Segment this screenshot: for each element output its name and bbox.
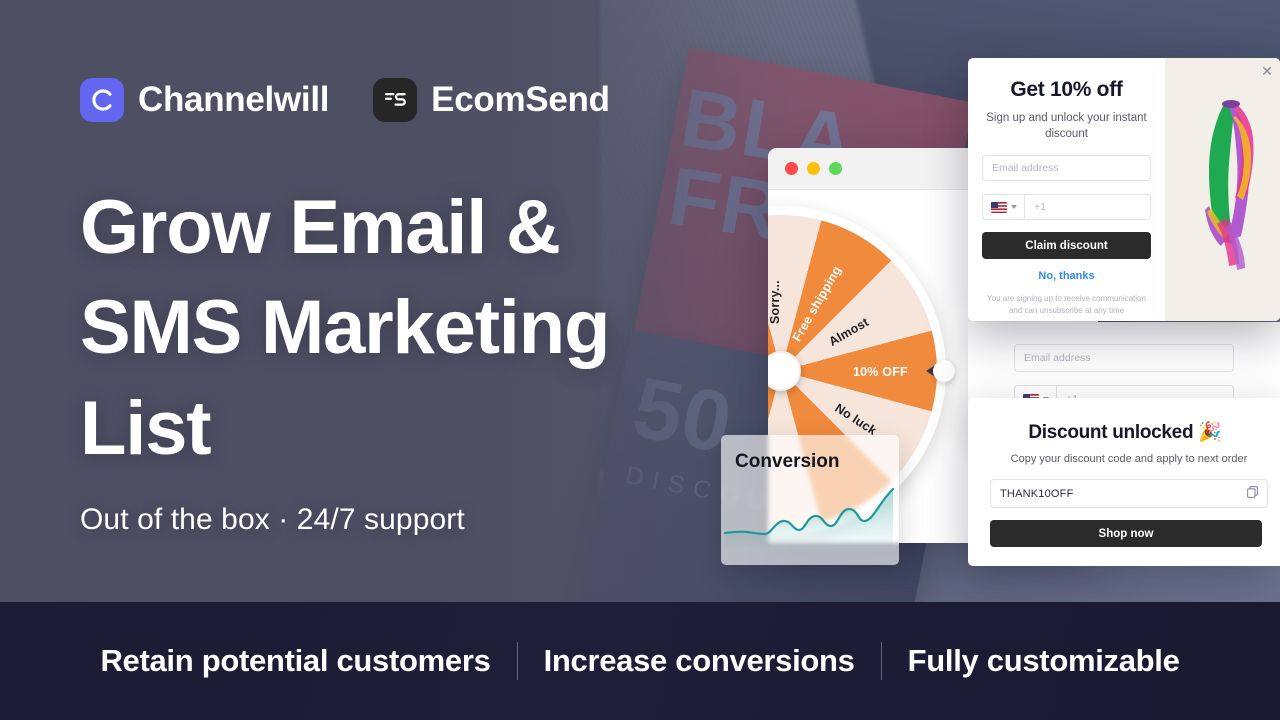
signup-popup-subtitle: Sign up and unlock your instant discount xyxy=(986,112,1147,140)
discount-code-field[interactable]: THANK10OFF xyxy=(990,479,1268,508)
signup-popup-title: Get 10% off xyxy=(1010,78,1123,101)
product-image: ✕ xyxy=(1165,58,1280,321)
spin-wheel-knob xyxy=(933,360,955,382)
email-field[interactable]: Email address xyxy=(1014,344,1234,372)
feature-bar: Retain potential customers Increase conv… xyxy=(0,602,1280,720)
discount-unlocked-subtitle: Copy your discount code and apply to nex… xyxy=(1010,453,1248,465)
phone-input-placeholder: +1 xyxy=(1034,201,1046,214)
discount-code-value: THANK10OFF xyxy=(1000,487,1074,500)
wheel-segment-label: Sorry... xyxy=(768,280,782,324)
claim-discount-button[interactable]: Claim discount xyxy=(982,232,1151,260)
email-field-placeholder: Email address xyxy=(1024,352,1091,364)
signup-popup-form: Get 10% off Sign up and unlock your inst… xyxy=(968,58,1165,321)
discount-unlocked-popup: Discount unlocked 🎉 Copy your discount c… xyxy=(968,398,1280,566)
conversion-card: Conversion xyxy=(721,435,899,565)
wheel-segment-label: Almost xyxy=(826,314,872,349)
email-input-placeholder: Email address xyxy=(992,162,1059,175)
product-name: EcomSend xyxy=(431,80,610,119)
window-minimize-button[interactable] xyxy=(807,162,820,175)
discount-unlocked-title: Discount unlocked 🎉 xyxy=(1028,422,1222,443)
country-code-selector[interactable] xyxy=(983,195,1025,220)
chevron-down-icon xyxy=(1011,205,1017,210)
conversion-area-chart xyxy=(723,487,895,547)
feature-item-customizable: Fully customizable xyxy=(907,643,1180,678)
wheel-segment-label: 10% OFF xyxy=(853,365,908,379)
phone-input[interactable]: +1 xyxy=(982,194,1151,221)
signup-popup: Get 10% off Sign up and unlock your inst… xyxy=(968,58,1280,321)
page-subtitle: Out of the box · 24/7 support xyxy=(80,503,465,536)
email-input[interactable]: Email address xyxy=(982,155,1151,182)
signup-fineprint: You are signing up to receive communicat… xyxy=(987,294,1146,316)
brand-row: Channelwill EcomSend xyxy=(80,78,610,122)
close-icon[interactable]: ✕ xyxy=(1260,64,1274,78)
window-close-button[interactable] xyxy=(785,162,798,175)
ecomsend-es-logo-icon xyxy=(373,78,418,122)
company-name: Channelwill xyxy=(138,80,330,119)
shop-now-button[interactable]: Shop now xyxy=(990,520,1262,547)
wheel-segment-label: No luck xyxy=(832,400,880,438)
page-title: Grow Email & SMS Marketing List xyxy=(80,185,610,471)
conversion-card-title: Conversion xyxy=(735,451,840,472)
promo-banner: BLA FRID 50 DISCOUNT Channelwill EcomSen… xyxy=(0,0,1280,720)
us-flag-icon xyxy=(991,201,1007,213)
feature-item-conversions: Increase conversions xyxy=(543,643,855,678)
feature-item-retain: Retain potential customers xyxy=(100,643,491,678)
channelwill-c-logo-icon xyxy=(80,78,124,122)
window-maximize-button[interactable] xyxy=(829,162,842,175)
copy-icon[interactable] xyxy=(1247,486,1258,501)
no-thanks-link[interactable]: No, thanks xyxy=(982,270,1151,282)
